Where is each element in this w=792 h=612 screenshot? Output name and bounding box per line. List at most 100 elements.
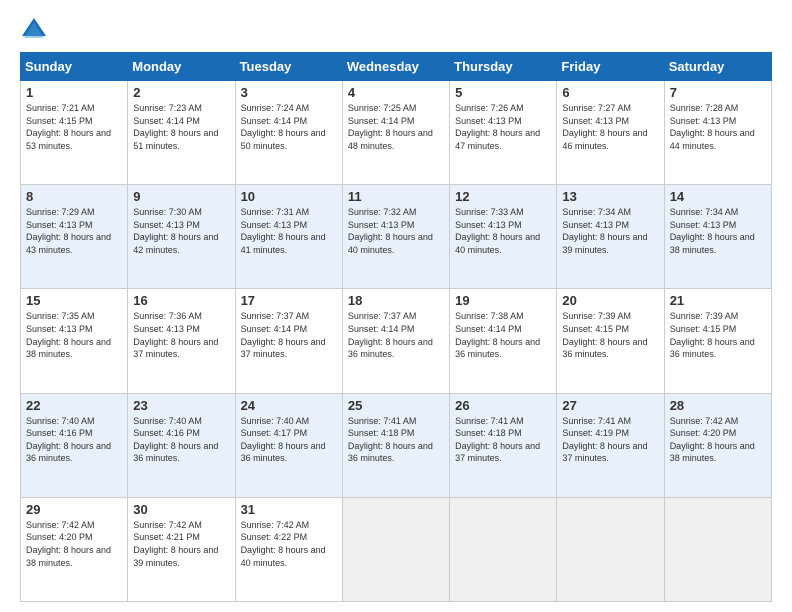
day-info: Sunrise: 7:27 AM Sunset: 4:13 PM Dayligh… <box>562 102 658 152</box>
day-cell-26: 26 Sunrise: 7:41 AM Sunset: 4:18 PM Dayli… <box>450 393 557 497</box>
day-cell-8: 8Sunrise: 7:29 AM Sunset: 4:13 PM Daylig… <box>21 185 128 289</box>
day-cell-4: 4 Sunrise: 7:25 AM Sunset: 4:14 PM Daylig… <box>342 81 449 185</box>
header-row: SundayMondayTuesdayWednesdayThursdayFrid… <box>21 53 772 81</box>
day-number: 29 <box>26 502 122 517</box>
day-cell-7: 7 Sunrise: 7:28 AM Sunset: 4:13 PM Daylig… <box>664 81 771 185</box>
day-info: Sunrise: 7:42 AM Sunset: 4:22 PM Dayligh… <box>241 519 337 569</box>
day-info: Sunrise: 7:29 AM Sunset: 4:13 PM Dayligh… <box>26 206 122 256</box>
page: SundayMondayTuesdayWednesdayThursdayFrid… <box>0 0 792 612</box>
day-number: 26 <box>455 398 551 413</box>
day-number: 28 <box>670 398 766 413</box>
day-number: 2 <box>133 85 229 100</box>
day-number: 1 <box>26 85 122 100</box>
logo-icon <box>20 16 48 44</box>
day-info: Sunrise: 7:39 AM Sunset: 4:15 PM Dayligh… <box>562 310 658 360</box>
day-cell-30: 30Sunrise: 7:42 AM Sunset: 4:21 PM Dayli… <box>128 497 235 601</box>
header-cell-wednesday: Wednesday <box>342 53 449 81</box>
header <box>20 16 772 44</box>
day-number: 17 <box>241 293 337 308</box>
day-number: 21 <box>670 293 766 308</box>
day-number: 10 <box>241 189 337 204</box>
day-info: Sunrise: 7:33 AM Sunset: 4:13 PM Dayligh… <box>455 206 551 256</box>
day-info: Sunrise: 7:25 AM Sunset: 4:14 PM Dayligh… <box>348 102 444 152</box>
day-cell-24: 24 Sunrise: 7:40 AM Sunset: 4:17 PM Dayli… <box>235 393 342 497</box>
day-cell-9: 9 Sunrise: 7:30 AM Sunset: 4:13 PM Daylig… <box>128 185 235 289</box>
day-info: Sunrise: 7:37 AM Sunset: 4:14 PM Dayligh… <box>348 310 444 360</box>
week-row-1: 1 Sunrise: 7:21 AM Sunset: 4:15 PM Daylig… <box>21 81 772 185</box>
day-info: Sunrise: 7:42 AM Sunset: 4:21 PM Dayligh… <box>133 519 229 569</box>
day-info: Sunrise: 7:39 AM Sunset: 4:15 PM Dayligh… <box>670 310 766 360</box>
day-cell-13: 13 Sunrise: 7:34 AM Sunset: 4:13 PM Dayli… <box>557 185 664 289</box>
day-info: Sunrise: 7:34 AM Sunset: 4:13 PM Dayligh… <box>562 206 658 256</box>
empty-cell <box>664 497 771 601</box>
day-cell-20: 20 Sunrise: 7:39 AM Sunset: 4:15 PM Dayli… <box>557 289 664 393</box>
day-number: 11 <box>348 189 444 204</box>
header-cell-thursday: Thursday <box>450 53 557 81</box>
day-number: 19 <box>455 293 551 308</box>
day-number: 12 <box>455 189 551 204</box>
day-info: Sunrise: 7:30 AM Sunset: 4:13 PM Dayligh… <box>133 206 229 256</box>
day-info: Sunrise: 7:28 AM Sunset: 4:13 PM Dayligh… <box>670 102 766 152</box>
header-cell-tuesday: Tuesday <box>235 53 342 81</box>
day-cell-21: 21 Sunrise: 7:39 AM Sunset: 4:15 PM Dayli… <box>664 289 771 393</box>
logo <box>20 16 52 44</box>
day-number: 5 <box>455 85 551 100</box>
day-info: Sunrise: 7:37 AM Sunset: 4:14 PM Dayligh… <box>241 310 337 360</box>
week-row-5: 29 Sunrise: 7:42 AM Sunset: 4:20 PM Dayli… <box>21 497 772 601</box>
day-number: 18 <box>348 293 444 308</box>
day-info: Sunrise: 7:40 AM Sunset: 4:16 PM Dayligh… <box>26 415 122 465</box>
day-cell-1: 1 Sunrise: 7:21 AM Sunset: 4:15 PM Daylig… <box>21 81 128 185</box>
day-cell-15: 15Sunrise: 7:35 AM Sunset: 4:13 PM Dayli… <box>21 289 128 393</box>
day-info: Sunrise: 7:23 AM Sunset: 4:14 PM Dayligh… <box>133 102 229 152</box>
header-cell-friday: Friday <box>557 53 664 81</box>
day-number: 16 <box>133 293 229 308</box>
day-cell-29: 29 Sunrise: 7:42 AM Sunset: 4:20 PM Dayli… <box>21 497 128 601</box>
day-cell-3: 3 Sunrise: 7:24 AM Sunset: 4:14 PM Daylig… <box>235 81 342 185</box>
day-number: 25 <box>348 398 444 413</box>
week-row-3: 15Sunrise: 7:35 AM Sunset: 4:13 PM Dayli… <box>21 289 772 393</box>
day-info: Sunrise: 7:40 AM Sunset: 4:17 PM Dayligh… <box>241 415 337 465</box>
day-info: Sunrise: 7:36 AM Sunset: 4:13 PM Dayligh… <box>133 310 229 360</box>
day-number: 14 <box>670 189 766 204</box>
header-cell-monday: Monday <box>128 53 235 81</box>
calendar-table: SundayMondayTuesdayWednesdayThursdayFrid… <box>20 52 772 602</box>
day-cell-17: 17 Sunrise: 7:37 AM Sunset: 4:14 PM Dayli… <box>235 289 342 393</box>
day-number: 27 <box>562 398 658 413</box>
day-info: Sunrise: 7:38 AM Sunset: 4:14 PM Dayligh… <box>455 310 551 360</box>
empty-cell <box>557 497 664 601</box>
day-number: 13 <box>562 189 658 204</box>
day-cell-28: 28Sunrise: 7:42 AM Sunset: 4:20 PM Dayli… <box>664 393 771 497</box>
day-info: Sunrise: 7:42 AM Sunset: 4:20 PM Dayligh… <box>26 519 122 569</box>
day-number: 23 <box>133 398 229 413</box>
header-cell-saturday: Saturday <box>664 53 771 81</box>
day-number: 15 <box>26 293 122 308</box>
day-info: Sunrise: 7:41 AM Sunset: 4:18 PM Dayligh… <box>455 415 551 465</box>
day-cell-19: 19 Sunrise: 7:38 AM Sunset: 4:14 PM Dayli… <box>450 289 557 393</box>
week-row-4: 22 Sunrise: 7:40 AM Sunset: 4:16 PM Dayli… <box>21 393 772 497</box>
day-number: 20 <box>562 293 658 308</box>
day-info: Sunrise: 7:40 AM Sunset: 4:16 PM Dayligh… <box>133 415 229 465</box>
day-number: 7 <box>670 85 766 100</box>
day-info: Sunrise: 7:24 AM Sunset: 4:14 PM Dayligh… <box>241 102 337 152</box>
day-number: 9 <box>133 189 229 204</box>
day-number: 24 <box>241 398 337 413</box>
day-number: 31 <box>241 502 337 517</box>
day-number: 4 <box>348 85 444 100</box>
day-info: Sunrise: 7:32 AM Sunset: 4:13 PM Dayligh… <box>348 206 444 256</box>
day-cell-27: 27Sunrise: 7:41 AM Sunset: 4:19 PM Dayli… <box>557 393 664 497</box>
day-cell-10: 10 Sunrise: 7:31 AM Sunset: 4:13 PM Dayli… <box>235 185 342 289</box>
day-number: 22 <box>26 398 122 413</box>
day-cell-25: 25Sunrise: 7:41 AM Sunset: 4:18 PM Dayli… <box>342 393 449 497</box>
day-info: Sunrise: 7:31 AM Sunset: 4:13 PM Dayligh… <box>241 206 337 256</box>
empty-cell <box>450 497 557 601</box>
day-cell-14: 14Sunrise: 7:34 AM Sunset: 4:13 PM Dayli… <box>664 185 771 289</box>
day-number: 3 <box>241 85 337 100</box>
week-row-2: 8Sunrise: 7:29 AM Sunset: 4:13 PM Daylig… <box>21 185 772 289</box>
day-info: Sunrise: 7:21 AM Sunset: 4:15 PM Dayligh… <box>26 102 122 152</box>
header-cell-sunday: Sunday <box>21 53 128 81</box>
day-cell-22: 22 Sunrise: 7:40 AM Sunset: 4:16 PM Dayli… <box>21 393 128 497</box>
day-info: Sunrise: 7:26 AM Sunset: 4:13 PM Dayligh… <box>455 102 551 152</box>
day-cell-2: 2 Sunrise: 7:23 AM Sunset: 4:14 PM Daylig… <box>128 81 235 185</box>
empty-cell <box>342 497 449 601</box>
day-cell-31: 31 Sunrise: 7:42 AM Sunset: 4:22 PM Dayli… <box>235 497 342 601</box>
